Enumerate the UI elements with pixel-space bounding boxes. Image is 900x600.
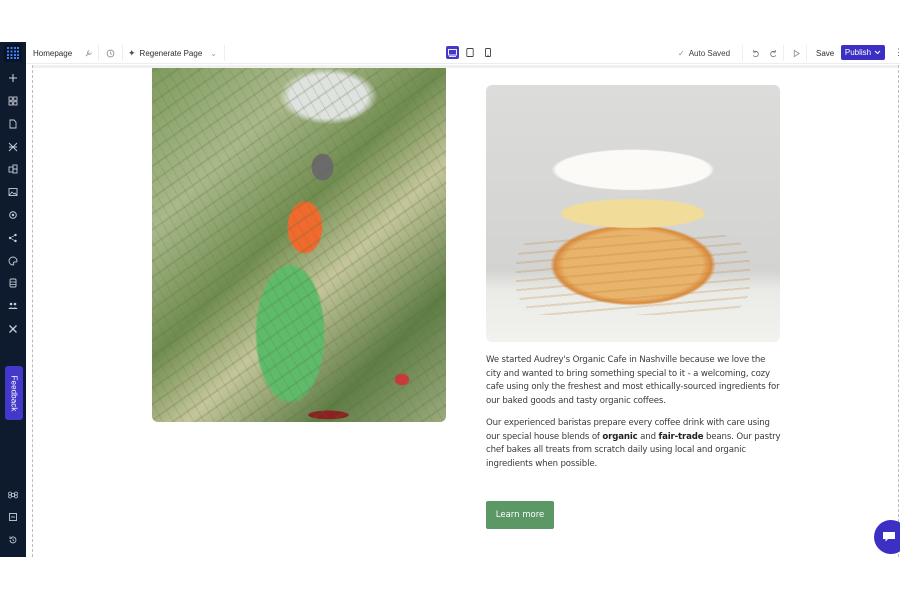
play-icon xyxy=(793,49,800,57)
undo-button[interactable] xyxy=(750,48,760,58)
toolbar-divider xyxy=(783,45,784,61)
farmer-photo[interactable] xyxy=(152,68,446,422)
plus-icon xyxy=(9,74,17,82)
command-icon xyxy=(8,491,18,499)
undo-icon xyxy=(752,49,759,57)
redo-button[interactable] xyxy=(768,48,778,58)
restore-icon xyxy=(9,536,17,544)
sparkle-icon: ✦ xyxy=(128,47,136,58)
sections-icon xyxy=(8,96,18,106)
save-button[interactable]: Save xyxy=(812,46,839,60)
sidebar-item-docs[interactable] xyxy=(0,508,26,526)
grid-logo-icon[interactable] xyxy=(4,44,22,62)
feedback-label: Feedback xyxy=(9,375,19,411)
sidebar-item-pages[interactable] xyxy=(0,115,26,133)
device-mobile-button[interactable] xyxy=(481,46,494,59)
canvas-guide-left xyxy=(32,65,33,557)
tools-icon xyxy=(9,325,17,333)
chat-icon xyxy=(883,532,895,542)
text-segment: and xyxy=(637,431,659,442)
sidebar-item-settings[interactable] xyxy=(0,206,26,224)
more-icon: ⋮ xyxy=(894,47,900,57)
device-tablet-button[interactable] xyxy=(463,46,476,59)
book-icon xyxy=(9,513,17,521)
sidebar-item-media[interactable] xyxy=(0,183,26,201)
toolbar-divider xyxy=(98,45,99,61)
sidebar-item-sections[interactable] xyxy=(0,92,26,110)
tablet-icon xyxy=(465,48,474,57)
regenerate-label: Regenerate Page xyxy=(139,48,203,58)
about-text[interactable]: We started Audrey's Organic Cafe in Nash… xyxy=(486,354,782,480)
learn-more-label: Learn more xyxy=(495,510,545,520)
pastry-photo[interactable] xyxy=(486,85,780,342)
gear-icon xyxy=(9,211,17,219)
toolbar-divider xyxy=(806,45,807,61)
device-desktop-button[interactable] xyxy=(446,46,459,59)
feedback-button[interactable]: Feedback xyxy=(5,366,23,420)
bold-organic: organic xyxy=(602,431,638,442)
page-name-label: Homepage xyxy=(33,48,73,58)
regenerate-page-button[interactable]: ✦ Regenerate Page ⌄ xyxy=(128,42,217,64)
sidebar-item-theme[interactable] xyxy=(0,252,26,270)
more-options-button[interactable]: ⋮ xyxy=(894,47,900,59)
sidebar-item-history[interactable] xyxy=(0,531,26,549)
database-icon xyxy=(9,278,17,288)
about-paragraph-2: Our experienced baristas prepare every c… xyxy=(486,417,782,472)
history-button[interactable] xyxy=(105,48,115,58)
left-sidebar: Feedback xyxy=(0,42,26,557)
sidebar-item-integrations[interactable] xyxy=(0,229,26,247)
sidebar-item-database[interactable] xyxy=(0,274,26,292)
canvas-guide-right xyxy=(898,65,899,557)
about-paragraph-1: We started Audrey's Organic Cafe in Nash… xyxy=(486,355,780,407)
toolbar-divider xyxy=(742,45,743,61)
nodes-icon xyxy=(8,233,17,243)
learn-more-button[interactable]: Learn more xyxy=(486,501,554,529)
preview-button[interactable] xyxy=(791,48,801,58)
chevron-down-icon: ⌄ xyxy=(210,48,217,58)
chat-button[interactable] xyxy=(874,520,900,554)
redo-icon xyxy=(769,49,776,57)
chevron-down-icon xyxy=(874,50,881,55)
sidebar-item-components[interactable] xyxy=(0,160,26,178)
page-settings-button[interactable] xyxy=(83,48,93,58)
save-status-label: Auto Saved xyxy=(688,48,731,58)
check-icon: ✓ xyxy=(678,48,685,58)
site-builder-app: Feedback Homepage ✦ Regenerate Page ⌄ ✓ … xyxy=(0,42,900,557)
sidebar-item-shortcuts[interactable] xyxy=(0,486,26,504)
top-toolbar: Homepage ✦ Regenerate Page ⌄ ✓ Auto Save… xyxy=(26,42,900,64)
desktop-icon xyxy=(448,48,457,57)
toolbar-divider xyxy=(122,45,123,61)
image-icon xyxy=(8,188,18,196)
bold-fair-trade: fair-trade xyxy=(658,431,704,442)
save-status: ✓ Auto Saved xyxy=(678,42,730,64)
components-icon xyxy=(8,164,18,174)
page-icon xyxy=(9,119,17,129)
page-canvas: We started Audrey's Organic Cafe in Nash… xyxy=(26,65,900,557)
mobile-icon xyxy=(484,48,491,57)
layout-icon xyxy=(8,142,18,152)
toolbar-divider xyxy=(224,45,225,61)
palette-icon xyxy=(8,256,18,266)
sidebar-item-team[interactable] xyxy=(0,297,26,315)
users-icon xyxy=(8,302,18,309)
wrench-icon xyxy=(85,49,92,56)
publish-label: Publish xyxy=(844,48,872,57)
publish-button[interactable]: Publish xyxy=(841,45,885,60)
sidebar-item-layouts[interactable] xyxy=(0,138,26,156)
save-label: Save xyxy=(816,48,835,58)
sidebar-item-add[interactable] xyxy=(0,69,26,87)
sidebar-item-tools[interactable] xyxy=(0,320,26,338)
clock-icon xyxy=(106,49,114,57)
page-selector[interactable]: Homepage xyxy=(33,42,72,64)
